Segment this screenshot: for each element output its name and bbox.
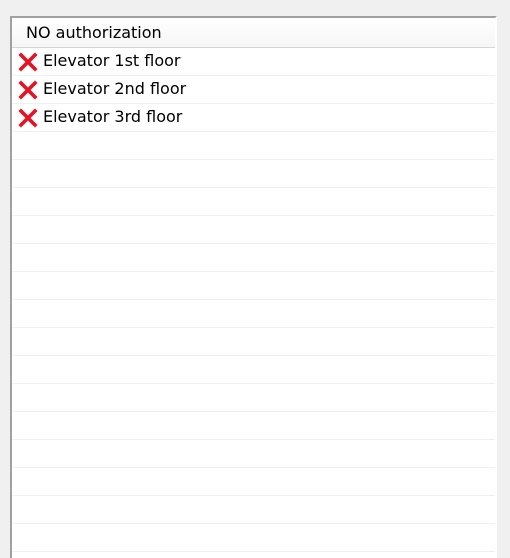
list-rows: Elevator 1st floor Elevator 2nd floor El… [12, 48, 495, 558]
list-item-label: Elevator 2nd floor [43, 79, 187, 98]
empty-list-row [12, 412, 495, 440]
red-x-icon [18, 108, 38, 128]
empty-list-row [12, 300, 495, 328]
empty-list-row [12, 216, 495, 244]
empty-list-row [12, 160, 495, 188]
column-header-label: NO authorization [26, 23, 162, 42]
list-item[interactable]: Elevator 3rd floor [12, 104, 495, 132]
empty-list-row [12, 468, 495, 496]
empty-list-row [12, 272, 495, 300]
empty-list-row [12, 132, 495, 160]
empty-list-row [12, 524, 495, 552]
column-header-no-authorization[interactable]: NO authorization [12, 18, 495, 48]
empty-list-row [12, 244, 495, 272]
empty-list-row [12, 552, 495, 558]
list-item[interactable]: Elevator 1st floor [12, 48, 495, 76]
empty-list-row [12, 440, 495, 468]
empty-list-row [12, 328, 495, 356]
red-x-icon [18, 52, 38, 72]
no-authorization-list[interactable]: NO authorization Elevator 1st floor Elev… [10, 16, 497, 558]
empty-list-row [12, 496, 495, 524]
empty-list-row [12, 188, 495, 216]
empty-list-row [12, 384, 495, 412]
red-x-icon [18, 80, 38, 100]
list-item[interactable]: Elevator 2nd floor [12, 76, 495, 104]
list-item-label: Elevator 3rd floor [43, 107, 183, 126]
empty-list-row [12, 356, 495, 384]
empty-rows-area [12, 132, 495, 558]
list-item-label: Elevator 1st floor [43, 51, 181, 70]
